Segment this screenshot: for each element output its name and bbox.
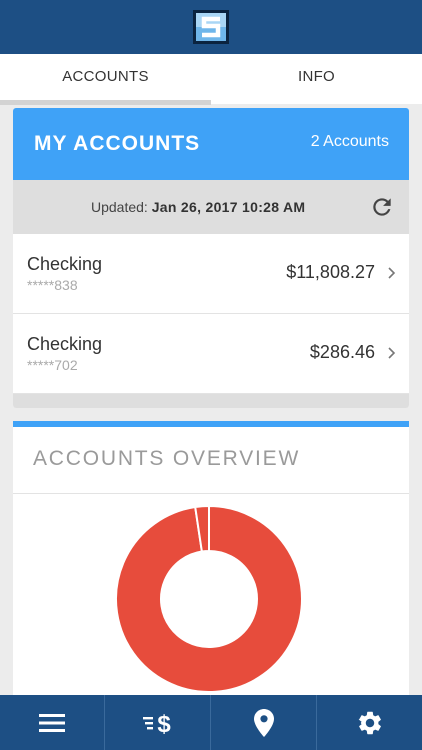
nav-location-button[interactable] — [212, 695, 317, 750]
chevron-right-icon — [388, 267, 396, 279]
app-logo-icon — [193, 10, 229, 44]
divider — [13, 493, 409, 494]
account-balance: $11,808.27 — [286, 262, 375, 282]
account-number: *****702 — [27, 357, 78, 373]
menu-icon — [39, 713, 65, 732]
accounts-overview-title: ACCOUNTS OVERVIEW — [33, 447, 301, 470]
account-name: Checking — [27, 334, 103, 354]
active-tab-indicator — [0, 100, 211, 105]
account-name: Checking — [27, 254, 103, 274]
location-pin-icon — [254, 708, 274, 737]
tab-info[interactable]: INFO — [211, 54, 422, 100]
last-updated-text: Updated: Jan 26, 2017 10:28 AM — [91, 199, 305, 215]
transfer-dollar-icon: $ — [143, 711, 171, 737]
my-accounts-header: MY ACCOUNTS 2 Accounts — [13, 108, 409, 180]
account-balance: $286.46 — [309, 342, 375, 362]
tab-accounts[interactable]: ACCOUNTS — [0, 54, 211, 100]
last-updated-row: Updated: Jan 26, 2017 10:28 AM — [13, 180, 409, 234]
accounts-donut-chart — [116, 506, 302, 692]
account-row[interactable]: Checking *****838 $11,808.27 — [13, 234, 409, 314]
tab-bar: ACCOUNTS INFO — [0, 54, 422, 105]
nav-settings-button[interactable] — [318, 695, 422, 750]
my-accounts-title: MY ACCOUNTS — [34, 132, 201, 155]
updated-label: Updated: — [91, 199, 148, 215]
accounts-overview-card: ACCOUNTS OVERVIEW — [13, 421, 409, 711]
my-accounts-card: MY ACCOUNTS 2 Accounts Updated: Jan 26, … — [13, 108, 409, 408]
settings-gear-icon — [358, 711, 381, 734]
card-footer — [13, 394, 409, 408]
app-header — [0, 0, 422, 54]
account-row[interactable]: Checking *****702 $286.46 — [13, 314, 409, 394]
accounts-count: 2 Accounts — [310, 133, 389, 150]
nav-menu-button[interactable] — [0, 695, 105, 750]
svg-text:$: $ — [157, 711, 171, 737]
account-number: *****838 — [27, 277, 78, 293]
nav-transfer-button[interactable]: $ — [106, 695, 211, 750]
updated-timestamp: Jan 26, 2017 10:28 AM — [151, 199, 306, 215]
chevron-right-icon — [388, 347, 396, 359]
bottom-nav-bar: $ — [0, 695, 422, 750]
refresh-icon[interactable] — [369, 194, 395, 220]
